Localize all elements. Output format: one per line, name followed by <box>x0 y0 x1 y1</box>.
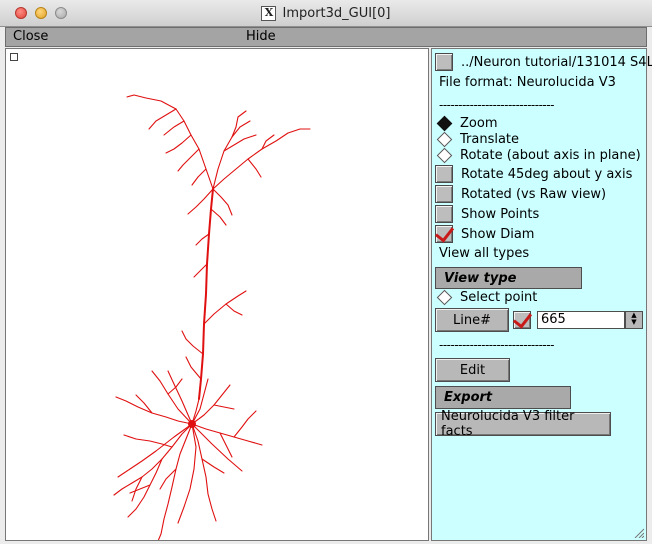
edit-button[interactable]: Edit <box>435 358 510 382</box>
rotate-option[interactable]: Rotate (about axis in plane) <box>435 147 641 164</box>
x11-logo-icon: X <box>261 6 277 21</box>
menubar: Close Hide <box>5 27 647 47</box>
translate-radio-icon[interactable] <box>436 131 453 148</box>
rotate-radio-icon[interactable] <box>436 147 453 164</box>
show-points-checkbox[interactable] <box>435 205 453 223</box>
file-choose-button[interactable] <box>435 53 453 71</box>
show-diam-label: Show Diam <box>461 226 535 242</box>
export-menu[interactable]: Export <box>435 386 571 409</box>
line-number-stepper[interactable]: ▲ ▼ <box>625 311 643 329</box>
show-points-label: Show Points <box>461 206 540 222</box>
neuron-morphology-drawing <box>113 94 311 540</box>
rotated-checkbox[interactable] <box>435 185 453 203</box>
close-menu-item[interactable]: Close <box>13 29 48 44</box>
control-panel: ../Neuron tutorial/131014 S4L File forma… <box>431 48 652 541</box>
line-number-input[interactable]: 665 <box>537 311 625 329</box>
view-all-types-label: View all types <box>439 246 530 261</box>
hide-menu-item[interactable]: Hide <box>246 29 276 44</box>
title-container: X Import3d_GUI[0] <box>0 0 652 27</box>
line-number-checkbox[interactable] <box>513 311 531 329</box>
separator-bottom: ------------------------------ <box>439 338 554 352</box>
zoom-option[interactable]: Zoom <box>435 115 498 132</box>
select-point-option[interactable]: Select point <box>435 289 538 306</box>
rotated-label: Rotated (vs Raw view) <box>461 186 607 202</box>
file-format-label: File format: Neurolucida V3 <box>439 75 616 90</box>
select-point-label: Select point <box>460 290 538 305</box>
rotate45-button[interactable] <box>435 165 453 183</box>
file-path-label: ../Neuron tutorial/131014 S4L <box>461 54 652 70</box>
separator-top: ------------------------------ <box>439 98 554 112</box>
file-row: ../Neuron tutorial/131014 S4L <box>435 53 652 71</box>
rotate-label: Rotate (about axis in plane) <box>460 148 641 163</box>
rotate45-label: Rotate 45deg about y axis <box>461 166 633 182</box>
file-format-row: File format: Neurolucida V3 <box>439 75 616 90</box>
neuron-canvas[interactable] <box>5 48 429 541</box>
translate-label: Translate <box>460 132 520 147</box>
show-diam-checkbox[interactable] <box>435 225 453 243</box>
show-points-row[interactable]: Show Points <box>435 205 539 223</box>
translate-option[interactable]: Translate <box>435 131 520 148</box>
rotated-row[interactable]: Rotated (vs Raw view) <box>435 185 606 203</box>
line-number-button[interactable]: Line# <box>435 308 509 332</box>
view-type-menu[interactable]: View type <box>435 267 582 289</box>
zoom-radio-icon[interactable] <box>436 115 453 132</box>
select-point-radio-icon[interactable] <box>436 289 453 306</box>
filter-facts-button[interactable]: Neurolucida V3 filter facts <box>435 409 611 439</box>
zoom-label: Zoom <box>460 116 498 131</box>
window-titlebar: X Import3d_GUI[0] <box>0 0 652 27</box>
view-all-types-row: View all types <box>439 246 529 261</box>
resize-grip-icon[interactable] <box>634 528 644 538</box>
rotate45-row[interactable]: Rotate 45deg about y axis <box>435 165 632 183</box>
window-title: Import3d_GUI[0] <box>282 6 391 21</box>
show-diam-row[interactable]: Show Diam <box>435 225 534 243</box>
